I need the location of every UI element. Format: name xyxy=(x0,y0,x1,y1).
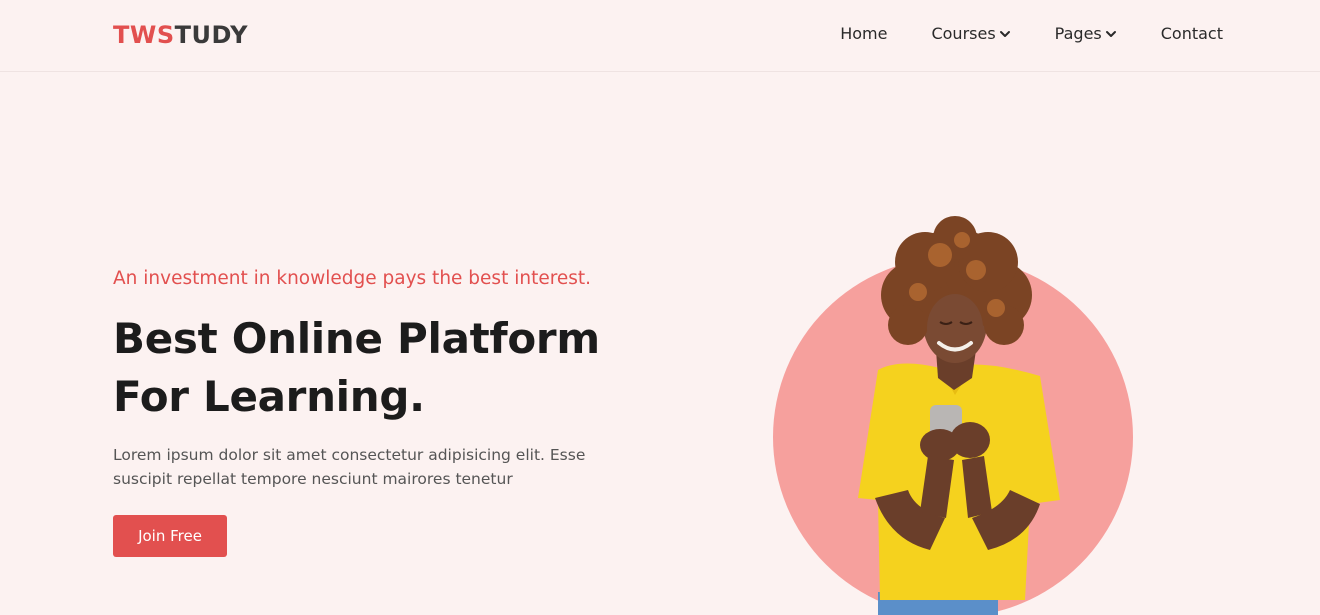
nav-item-label: Pages xyxy=(1054,24,1102,43)
nav-item-label: Home xyxy=(840,24,888,43)
nav-item-courses[interactable]: Courses xyxy=(931,24,1010,43)
chevron-down-icon xyxy=(1105,30,1116,37)
navbar: TWSTUDY Home Courses Pages Contact xyxy=(0,0,1320,72)
hero-description: Lorem ipsum dolor sit amet consectetur a… xyxy=(113,446,586,488)
hero-title: Best Online Platform For Learning. xyxy=(113,310,673,426)
nav-item-home[interactable]: Home xyxy=(840,24,887,43)
nav-item-label: Contact xyxy=(1160,24,1223,43)
nav-item-label: Courses xyxy=(931,24,996,43)
brand-logo[interactable]: TWSTUDY xyxy=(113,21,248,49)
brand-logo-part2: TUDY xyxy=(174,21,249,49)
brand-logo-part1: TWS xyxy=(113,21,175,49)
student-illustration xyxy=(773,216,1133,615)
hero-title-line2: For Learning. xyxy=(113,372,425,421)
hero-title-line1: Best Online Platform xyxy=(113,314,600,363)
nav-item-contact[interactable]: Contact xyxy=(1161,24,1223,43)
main-nav: Home Courses Pages Contact xyxy=(840,24,1223,43)
hero-image xyxy=(740,200,1180,615)
chevron-down-icon xyxy=(999,30,1010,37)
hero-tagline: An investment in knowledge pays the best… xyxy=(113,268,592,289)
nav-item-pages[interactable]: Pages xyxy=(1055,24,1117,43)
join-free-button[interactable]: Join Free xyxy=(113,515,227,557)
